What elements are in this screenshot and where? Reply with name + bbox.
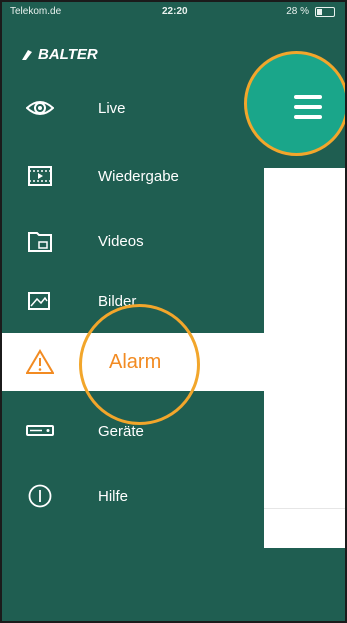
battery-area: 28 % (286, 6, 335, 17)
app-frame: Telekom.de 22:20 28 % BALTER Live Wieder… (0, 0, 347, 623)
menu-item-label: Videos (98, 232, 144, 250)
info-icon (26, 482, 54, 510)
status-bar: Telekom.de 22:20 28 % (2, 2, 345, 22)
hamburger-icon (294, 95, 322, 125)
menu-item-label: Geräte (98, 422, 144, 440)
video-folder-icon (26, 227, 54, 255)
clock: 22:20 (162, 6, 188, 17)
battery-percent: 28 % (286, 6, 309, 17)
carrier-label: Telekom.de (10, 6, 62, 17)
brand-logo: BALTER (20, 46, 98, 63)
menu-item-videos[interactable]: Videos (2, 223, 264, 259)
logo-mark-icon (22, 49, 32, 60)
main-content-peek (264, 168, 345, 548)
warning-icon (26, 348, 54, 376)
pictures-icon (26, 287, 54, 315)
device-icon (26, 417, 54, 445)
battery-icon (315, 6, 335, 17)
menu-item-label: Hilfe (98, 487, 129, 505)
content-divider (264, 508, 345, 509)
menu-item-label: Wiedergabe (98, 167, 179, 185)
menu-item-hilfe[interactable]: Hilfe (2, 478, 264, 514)
menu-item-label: Live (98, 99, 126, 117)
menu-item-wiedergabe[interactable]: Wiedergabe (2, 158, 264, 194)
menu-toggle-button[interactable] (244, 51, 345, 156)
alarm-highlight-ring (79, 304, 200, 425)
brand-name: BALTER (38, 46, 98, 63)
playback-icon (26, 162, 54, 190)
menu-item-live[interactable]: Live (2, 90, 264, 126)
eye-icon (26, 94, 54, 122)
